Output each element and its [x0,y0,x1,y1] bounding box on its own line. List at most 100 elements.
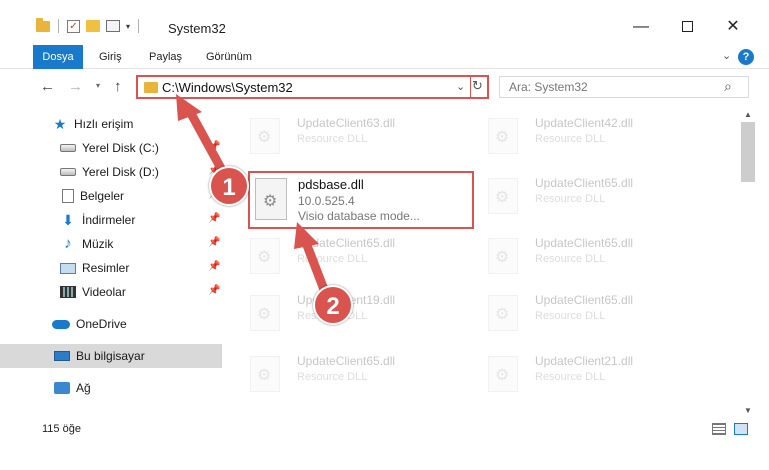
address-bar[interactable]: C:\Windows\System32 ⌄ ↻ [136,75,489,99]
dll-file-icon [250,118,280,154]
close-button[interactable]: ✕ [710,14,756,40]
file-item[interactable]: UpdateClient21.dll Resource DLL [460,346,690,402]
computer-icon [54,351,70,361]
file-description: Resource DLL [535,371,606,383]
sidebar-item-drive-d[interactable]: Yerel Disk (D:) 📌 [0,160,222,184]
file-item[interactable]: UpdateClient42.dll Resource DLL [460,108,690,164]
file-name: UpdateClient65.dll [535,176,634,190]
sidebar-item-label: Belgeler [80,189,125,203]
dll-file-icon [250,238,280,274]
search-box[interactable]: Ara: System32 ⌕ [499,76,749,98]
refresh-icon[interactable]: ↻ [472,78,483,94]
sidebar-item-label: İndirmeler [82,213,136,227]
properties-check-icon[interactable]: ✓ [67,19,80,33]
sidebar-item-label: Hızlı erişim [74,117,134,131]
sidebar-item-label: Yerel Disk (C:) [82,141,159,155]
new-folder-icon[interactable] [86,20,100,32]
up-button[interactable]: ↑ [114,78,122,95]
dll-file-icon [250,356,280,392]
sidebar-item-label: Videolar [82,285,126,299]
details-view-icon[interactable] [712,423,726,435]
sidebar-item-documents[interactable]: Belgeler 📌 [0,184,222,208]
drive-icon [60,144,76,152]
file-name: UpdateClient21.dll [535,354,634,368]
file-description: Resource DLL [535,310,606,322]
file-name: UpdateClient65.dll [535,293,634,307]
address-divider [470,77,471,97]
star-icon: ★ [53,116,67,132]
scroll-down-icon[interactable]: ▼ [744,406,752,415]
sidebar-item-videos[interactable]: Videolar 📌 [0,280,222,304]
folder-icon [144,82,158,93]
highlighted-file-pdsbase[interactable]: pdsbase.dll 10.0.525.4 Visio database mo… [248,171,474,229]
sidebar-item-network[interactable]: Ağ [0,376,222,400]
sidebar-item-label: Yerel Disk (D:) [82,165,159,179]
pin-icon[interactable]: 📌 [208,213,220,224]
file-item[interactable]: UpdateClient63.dll Resource DLL [222,108,452,164]
customize-toolbar-dropdown-icon[interactable]: ▾ [126,22,130,31]
sidebar-item-quick-access[interactable]: ★ Hızlı erişim [0,112,222,136]
help-icon[interactable]: ? [738,49,754,65]
sidebar-item-downloads[interactable]: ⬇ İndirmeler 📌 [0,208,222,232]
search-input[interactable]: Ara: System32 [509,80,588,94]
tab-share[interactable]: Paylaş [149,45,182,69]
videos-icon [60,286,76,298]
dll-file-icon [488,295,518,331]
vertical-scrollbar[interactable]: ▲ ▼ [740,108,756,418]
network-icon [54,382,70,394]
file-name: UpdateClient63.dll [297,116,396,130]
maximize-button[interactable] [664,14,710,40]
dll-file-icon [488,178,518,214]
ribbon-tabs: Dosya Giriş Paylaş Görünüm ⌄ ? [0,45,769,69]
maximize-icon [681,21,693,33]
properties-icon[interactable] [106,20,120,32]
back-button[interactable]: ← [40,78,55,95]
file-version: 10.0.525.4 [298,194,355,208]
quick-access-toolbar: ✓ ▾ [36,17,141,33]
large-icons-view-icon[interactable] [734,423,748,435]
file-item[interactable]: UpdateClient65.dll Resource DLL [460,168,690,224]
sidebar-item-label: Ağ [76,381,91,395]
minimize-button[interactable]: — [618,14,664,40]
item-count: 115 öğe [42,423,81,435]
search-icon[interactable]: ⌕ [724,78,732,95]
sidebar-item-pictures[interactable]: Resimler 📌 [0,256,222,280]
dll-file-icon [250,295,280,331]
file-item[interactable]: UpdateClient65.dll Resource DLL [460,228,690,284]
address-path[interactable]: C:\Windows\System32 [162,80,293,95]
cloud-icon [52,319,70,329]
pin-icon[interactable]: 📌 [208,261,220,272]
sidebar-item-label: Resimler [82,261,130,275]
sidebar-item-onedrive[interactable]: OneDrive [0,312,222,336]
file-name: UpdateClient65.dll [297,354,396,368]
pin-icon[interactable]: 📌 [208,141,220,152]
pin-icon[interactable]: 📌 [208,285,220,296]
documents-icon [62,189,74,203]
file-description: Visio database mode... [298,209,420,223]
tab-view[interactable]: Görünüm [206,45,252,69]
navigation-pane: ★ Hızlı erişim Yerel Disk (C:) 📌 Yerel D… [0,110,222,410]
file-item[interactable]: UpdateClient65.dll Resource DLL [460,285,690,341]
file-item[interactable]: UpdateClient65.dll Resource DLL [222,346,452,402]
sidebar-item-this-pc[interactable]: Bu bilgisayar [0,344,222,368]
tab-file[interactable]: Dosya [33,45,83,69]
address-dropdown-icon[interactable]: ⌄ [456,80,465,93]
sidebar-item-music[interactable]: ♪ Müzik 📌 [0,232,222,256]
file-description: Resource DLL [297,133,368,145]
folder-icon[interactable] [36,17,50,32]
file-description: Resource DLL [535,253,606,265]
sidebar-item-drive-c[interactable]: Yerel Disk (C:) 📌 [0,136,222,160]
file-list: UpdateClient63.dll Resource DLL UpdateCl… [222,108,740,416]
file-item[interactable]: UpdateClient65.dll Resource DLL [222,228,452,284]
expand-ribbon-icon[interactable]: ⌄ [722,49,731,62]
tab-home[interactable]: Giriş [99,45,122,69]
recent-locations-icon[interactable]: ▾ [96,81,100,90]
scroll-up-icon[interactable]: ▲ [744,110,752,119]
status-bar: 115 öğe [0,418,769,442]
file-description: Resource DLL [297,253,368,265]
scrollbar-thumb[interactable] [741,122,755,182]
pin-icon[interactable]: 📌 [208,237,220,248]
title-bar: ✓ ▾ System32 — ✕ [0,0,769,40]
forward-button[interactable]: → [68,78,83,95]
toolbar-divider [138,19,140,33]
